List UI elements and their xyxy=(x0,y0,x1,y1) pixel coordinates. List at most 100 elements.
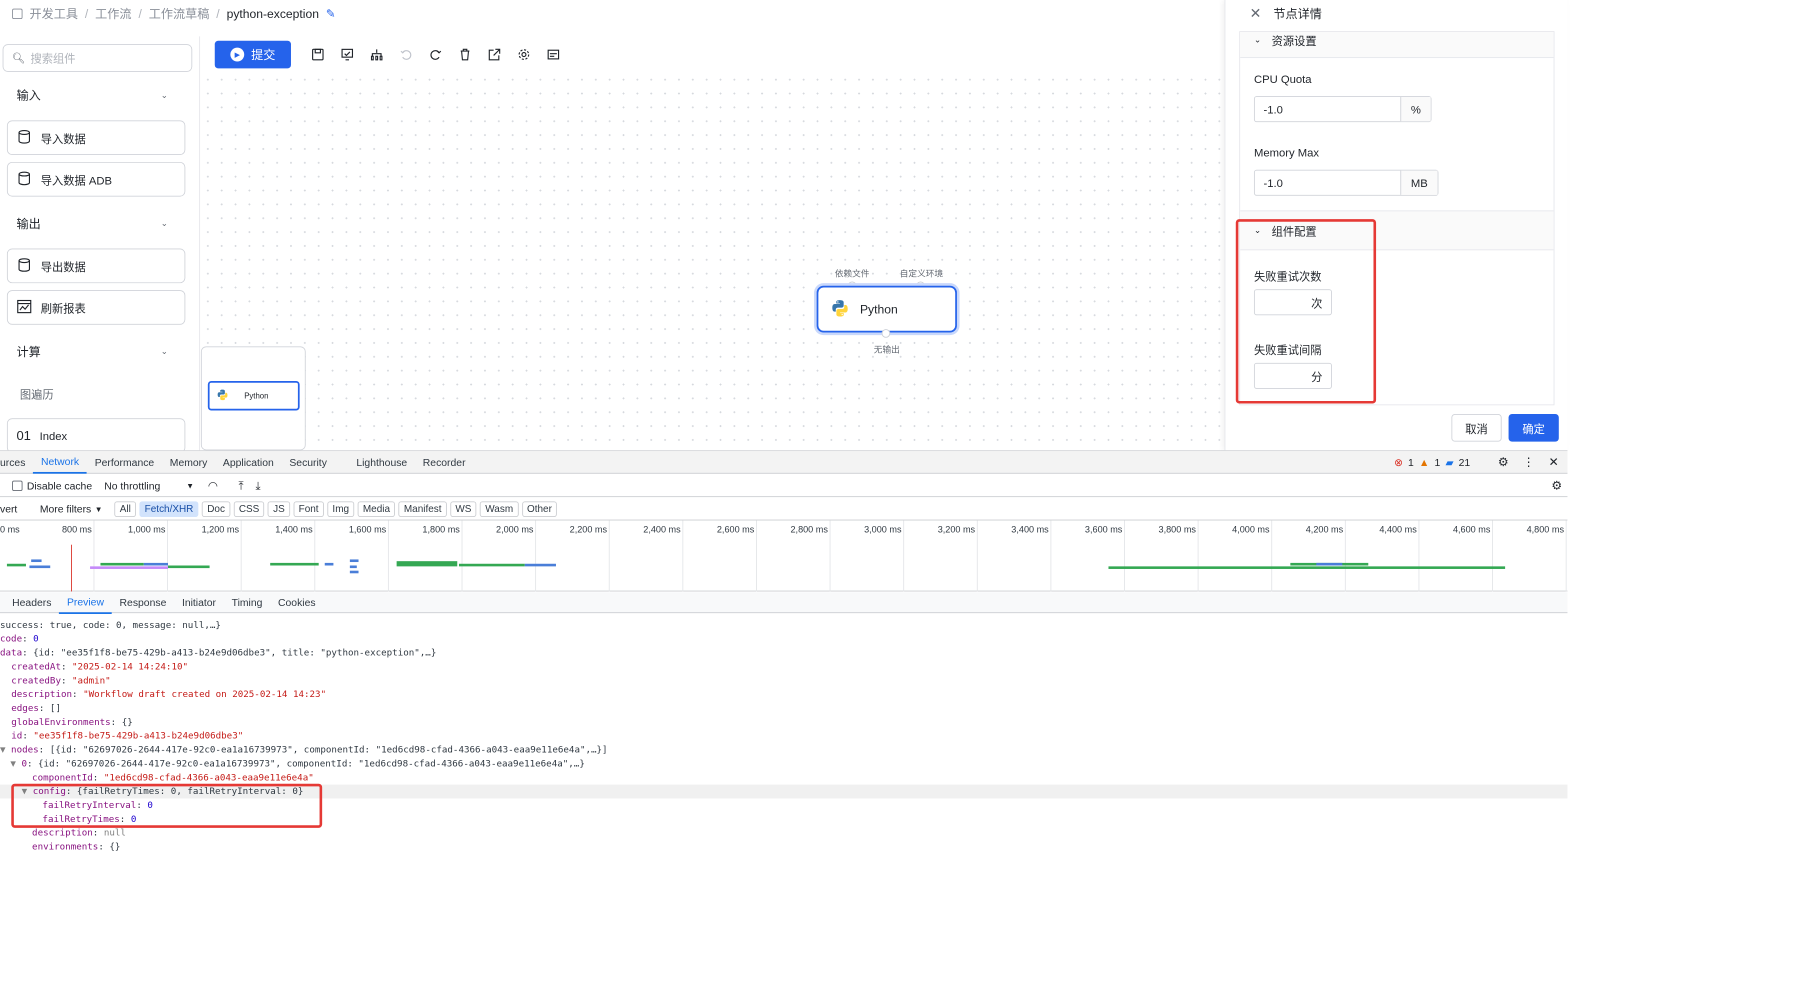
tab-cookies[interactable]: Cookies xyxy=(270,591,323,614)
tick-label: 2,600 ms xyxy=(716,524,755,536)
filter-other[interactable]: Other xyxy=(521,500,558,517)
more-filters-dropdown[interactable]: More filters xyxy=(40,503,91,515)
export-icon[interactable] xyxy=(480,41,509,69)
port-label-custom-env: 自定义环境 xyxy=(899,269,944,279)
tab-network[interactable]: Network xyxy=(33,451,87,474)
filter-manifest[interactable]: Manifest xyxy=(398,500,447,517)
console-icon[interactable] xyxy=(539,41,568,69)
filter-font[interactable]: Font xyxy=(293,500,324,517)
gear-icon[interactable]: ⚙ xyxy=(1498,455,1509,470)
download-icon[interactable]: ⤓ xyxy=(256,478,261,492)
invert-label[interactable]: vert xyxy=(0,503,17,515)
expand-triangle-icon[interactable]: ▼ xyxy=(10,759,21,769)
timeline-tick: 3,400 ms xyxy=(1011,520,1052,592)
cpu-input[interactable] xyxy=(1254,96,1401,122)
wifi-icon[interactable]: ◠ xyxy=(208,478,218,492)
tab-recorder[interactable]: Recorder xyxy=(415,451,473,474)
tab-application[interactable]: Application xyxy=(215,451,281,474)
submit-button[interactable]: ▶ 提交 xyxy=(214,40,291,69)
tick-label: 1,800 ms xyxy=(422,524,460,536)
json-value: "2025-02-14 14:24:10" xyxy=(72,661,189,673)
json-key: code xyxy=(0,633,23,645)
json-line[interactable]: data: {id: "ee35f1f8-be75-429b-a413-b24e… xyxy=(0,646,436,660)
settings-icon[interactable] xyxy=(509,41,538,69)
breadcrumb-item[interactable]: 开发工具 xyxy=(29,5,77,22)
section-compute-header[interactable]: 计算 ⌄ xyxy=(16,343,168,360)
warning-count[interactable]: 1 xyxy=(1434,456,1440,468)
breadcrumb-item[interactable]: 工作流草稿 xyxy=(149,5,210,22)
confirm-button[interactable]: 确定 xyxy=(1508,413,1559,442)
network-settings-icon[interactable]: ⚙ xyxy=(1551,478,1562,493)
tab-headers[interactable]: Headers xyxy=(0,591,59,614)
node-label: Python xyxy=(859,302,898,317)
resource-section-header[interactable]: ⌄ 资源设置 xyxy=(1240,32,1554,59)
section-output-header[interactable]: 输出 ⌄ xyxy=(16,215,168,232)
close-icon[interactable]: ✕ xyxy=(1250,5,1262,22)
component-index[interactable]: 01 Index xyxy=(6,418,186,451)
filter-ws[interactable]: WS xyxy=(450,500,477,517)
breadcrumb-item[interactable]: 工作流 xyxy=(95,5,131,22)
filter-css[interactable]: CSS xyxy=(233,500,265,517)
tab-performance[interactable]: Performance xyxy=(87,451,162,474)
throttling-select[interactable]: No throttling xyxy=(104,479,160,491)
workflow-canvas[interactable] xyxy=(200,72,1225,451)
filter-img[interactable]: Img xyxy=(327,500,355,517)
cancel-button[interactable]: 取消 xyxy=(1451,413,1502,442)
filter-media[interactable]: Media xyxy=(357,500,396,517)
filter-fetch-xhr[interactable]: Fetch/XHR xyxy=(139,500,199,517)
error-count[interactable]: 1 xyxy=(1408,456,1414,468)
tab-sources[interactable]: urces xyxy=(0,451,33,474)
memory-input[interactable] xyxy=(1254,170,1401,195)
layout-icon[interactable] xyxy=(362,41,391,69)
tick-label: 4,800 ms xyxy=(1526,524,1564,536)
disable-cache-checkbox[interactable] xyxy=(12,480,23,491)
component-graph-traversal[interactable]: 图遍历 xyxy=(20,385,54,401)
filter-all[interactable]: All xyxy=(114,500,137,517)
timeline-tick: 4,400 ms xyxy=(1379,520,1420,592)
tab-preview[interactable]: Preview xyxy=(59,591,112,614)
json-line[interactable]: success: true, code: 0, message: null,…} xyxy=(0,618,221,632)
timeline-tick: 1,000 ms xyxy=(128,520,169,592)
tick-label: 800 ms xyxy=(61,524,92,536)
component-import-data-adb[interactable]: 导入数据 ADB xyxy=(6,161,186,197)
output-port[interactable] xyxy=(881,329,891,338)
save-icon[interactable] xyxy=(303,41,332,69)
tab-security[interactable]: Security xyxy=(282,451,335,474)
json-line[interactable]: ▼ 0: {id: "62697026-2644-417e-92c0-ea1a1… xyxy=(10,757,584,771)
upload-icon[interactable]: ⤒ xyxy=(238,478,243,492)
timeline-tick: 2,000 ms xyxy=(496,520,537,592)
component-import-data[interactable]: 导入数据 xyxy=(6,120,186,156)
close-icon[interactable]: ✕ xyxy=(1549,455,1559,470)
component-refresh-report[interactable]: 刷新报表 xyxy=(6,290,186,325)
canvas-toolbar: ▶ 提交 xyxy=(214,40,568,69)
minimap[interactable]: Python xyxy=(200,346,306,451)
component-export-data[interactable]: 导出数据 xyxy=(6,248,186,284)
request-bar xyxy=(1316,562,1343,566)
tab-initiator[interactable]: Initiator xyxy=(174,591,224,614)
chevron-down-icon: ⌄ xyxy=(1253,35,1262,46)
message-count[interactable]: 21 xyxy=(1459,456,1471,468)
deploy-icon[interactable] xyxy=(333,41,362,69)
expand-triangle-icon[interactable]: ▼ xyxy=(0,745,11,755)
tab-lighthouse[interactable]: Lighthouse xyxy=(335,451,415,474)
more-options-icon[interactable]: ⋮ xyxy=(1523,455,1535,470)
tick-label: 4,600 ms xyxy=(1452,524,1491,536)
section-input-header[interactable]: 输入 ⌄ xyxy=(16,87,168,104)
json-line[interactable]: ▼ nodes: [{id: "62697026-2644-417e-92c0-… xyxy=(0,743,608,757)
filter-wasm[interactable]: Wasm xyxy=(480,500,519,517)
chevron-down-icon: ⌄ xyxy=(160,218,169,229)
filter-doc[interactable]: Doc xyxy=(202,500,231,517)
tab-response[interactable]: Response xyxy=(112,591,174,614)
undo-icon[interactable] xyxy=(391,41,420,69)
network-timeline[interactable]: 0 ms 800 ms 1,000 ms 1,200 ms 1,400 ms 1… xyxy=(0,520,1568,592)
tab-memory[interactable]: Memory xyxy=(162,451,215,474)
filter-js[interactable]: JS xyxy=(267,500,290,517)
redo-icon[interactable] xyxy=(421,41,450,69)
python-node[interactable]: Python xyxy=(816,285,957,333)
component-search[interactable]: 🔍︎ xyxy=(2,44,193,72)
search-input[interactable] xyxy=(30,51,178,65)
delete-icon[interactable] xyxy=(450,41,479,69)
json-line: description: null xyxy=(32,827,126,839)
tab-timing[interactable]: Timing xyxy=(224,591,270,614)
edit-icon[interactable]: ✎ xyxy=(326,7,335,21)
